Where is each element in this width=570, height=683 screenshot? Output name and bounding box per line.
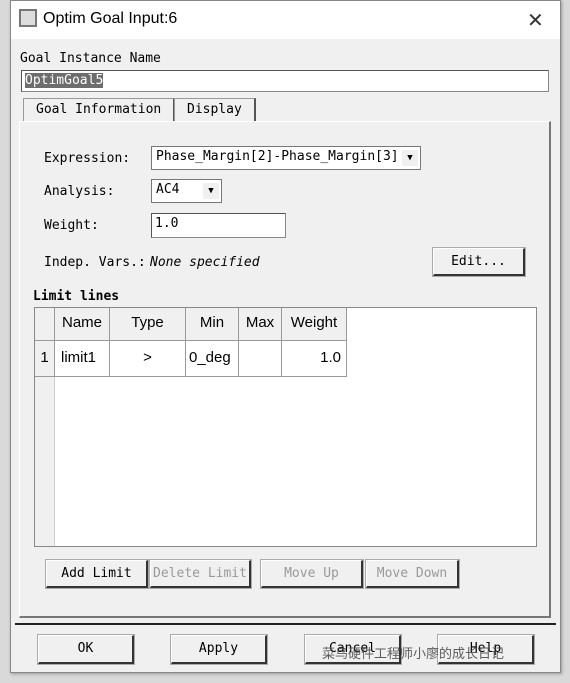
move-down-button[interactable]: Move Down xyxy=(365,559,460,589)
limit-lines-title: Limit lines xyxy=(33,289,120,304)
cell-type[interactable]: > xyxy=(110,341,186,377)
column-header-weight[interactable]: Weight xyxy=(282,308,347,341)
analysis-label: Analysis: xyxy=(44,184,115,199)
analysis-select[interactable]: AC4 ▼ xyxy=(151,179,222,203)
chevron-down-icon: ▼ xyxy=(402,150,418,166)
indep-vars-label: Indep. Vars.: xyxy=(44,255,146,270)
goal-instance-value: OptimGoal5 xyxy=(25,73,104,88)
move-up-button[interactable]: Move Up xyxy=(260,559,364,589)
row-header-strip xyxy=(35,377,55,546)
column-header-max[interactable]: Max xyxy=(239,308,282,341)
goal-instance-label: Goal Instance Name xyxy=(20,51,161,66)
expression-value: Phase_Margin[2]-Phase_Margin[3] xyxy=(156,149,399,164)
cell-min[interactable]: 0_deg xyxy=(186,341,239,377)
add-limit-button[interactable]: Add Limit xyxy=(45,559,149,589)
window-title: Optim Goal Input:6 xyxy=(43,10,178,27)
optim-goal-dialog: Optim Goal Input:6 ✕ Goal Instance Name … xyxy=(10,0,561,673)
footer-divider xyxy=(15,623,556,625)
chevron-down-icon: ▼ xyxy=(203,183,219,199)
title-bar: Optim Goal Input:6 ✕ xyxy=(11,1,560,39)
delete-limit-button[interactable]: Delete Limit xyxy=(149,559,252,589)
expression-label: Expression: xyxy=(44,151,131,166)
weight-input[interactable]: 1.0 xyxy=(151,213,286,238)
cell-weight[interactable]: 1.0 xyxy=(282,341,347,377)
corner-header xyxy=(35,308,55,341)
close-button[interactable]: ✕ xyxy=(527,8,544,33)
edit-button[interactable]: Edit... xyxy=(432,247,526,277)
app-icon xyxy=(19,9,37,27)
column-header-type[interactable]: Type xyxy=(110,308,186,341)
weight-label: Weight: xyxy=(44,218,99,233)
limit-lines-table: Name Type Min Max Weight 1 limit1 > 0_de… xyxy=(34,307,537,547)
cell-max[interactable] xyxy=(239,341,282,377)
goal-instance-input[interactable]: OptimGoal5 xyxy=(21,70,549,92)
tab-goal-information[interactable]: Goal Information xyxy=(23,98,176,122)
apply-button[interactable]: Apply xyxy=(170,634,268,665)
indep-vars-value: None specified xyxy=(150,255,260,270)
row-header[interactable]: 1 xyxy=(35,341,55,377)
watermark: 菜鸟硬件工程师小廖的成长日记 xyxy=(322,647,505,662)
tab-display[interactable]: Display xyxy=(174,98,256,122)
column-header-min[interactable]: Min xyxy=(186,308,239,341)
cell-name[interactable]: limit1 xyxy=(55,341,110,377)
goal-information-panel: Expression: Phase_Margin[2]-Phase_Margin… xyxy=(19,121,551,618)
ok-button[interactable]: OK xyxy=(37,634,135,665)
expression-select[interactable]: Phase_Margin[2]-Phase_Margin[3] ▼ xyxy=(151,146,421,170)
column-header-name[interactable]: Name xyxy=(55,308,110,341)
analysis-value: AC4 xyxy=(156,182,180,197)
